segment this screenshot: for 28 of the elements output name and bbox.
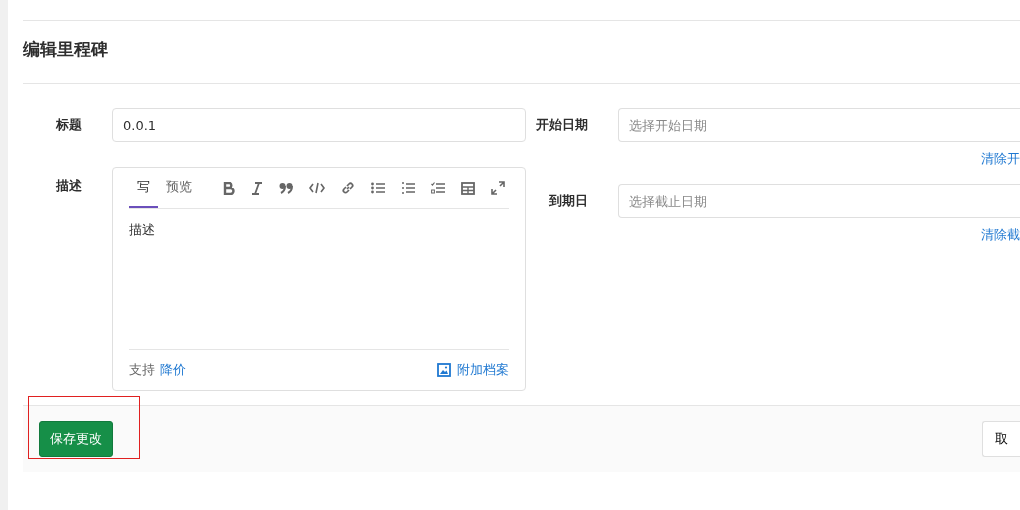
field-label: 标题 xyxy=(55,116,83,134)
support-text: 支持 xyxy=(129,361,155,379)
date-field[interactable]: 选择截止日期 xyxy=(618,184,1020,218)
editor-tab[interactable]: 预览 xyxy=(158,168,200,208)
description-field[interactable]: 写 预览 描述 支持 降价 附加档案 xyxy=(112,167,526,391)
table-icon[interactable] xyxy=(461,181,475,195)
checklist-icon[interactable] xyxy=(431,182,445,194)
attach-file-button[interactable]: 附加档案 xyxy=(437,361,509,379)
bullet-list-icon[interactable] xyxy=(371,182,385,194)
clear-date-link[interactable]: 清除开 xyxy=(981,151,1020,166)
fullscreen-icon[interactable] xyxy=(491,181,505,195)
title-field[interactable]: 0.0.1 xyxy=(112,108,526,142)
page-title: 编辑里程碑 xyxy=(23,38,109,61)
cancel-button[interactable]: 取 xyxy=(982,421,1020,457)
field-label: 到期日 xyxy=(548,192,589,210)
code-icon[interactable] xyxy=(309,182,325,194)
quote-icon[interactable] xyxy=(279,182,293,194)
field-label: 开始日期 xyxy=(535,116,589,134)
field-label: 描述 xyxy=(55,177,83,195)
date-field[interactable]: 选择开始日期 xyxy=(618,108,1020,142)
link-icon[interactable] xyxy=(341,181,355,195)
bold-icon[interactable] xyxy=(223,181,235,195)
numbered-list-icon[interactable] xyxy=(401,182,415,194)
italic-icon[interactable] xyxy=(251,181,263,195)
image-icon[interactable] xyxy=(437,363,451,377)
save-button[interactable]: 保存更改 xyxy=(39,421,113,457)
clear-date-link[interactable]: 清除截 xyxy=(981,227,1020,242)
markdown-link[interactable]: 降价 xyxy=(160,361,186,379)
